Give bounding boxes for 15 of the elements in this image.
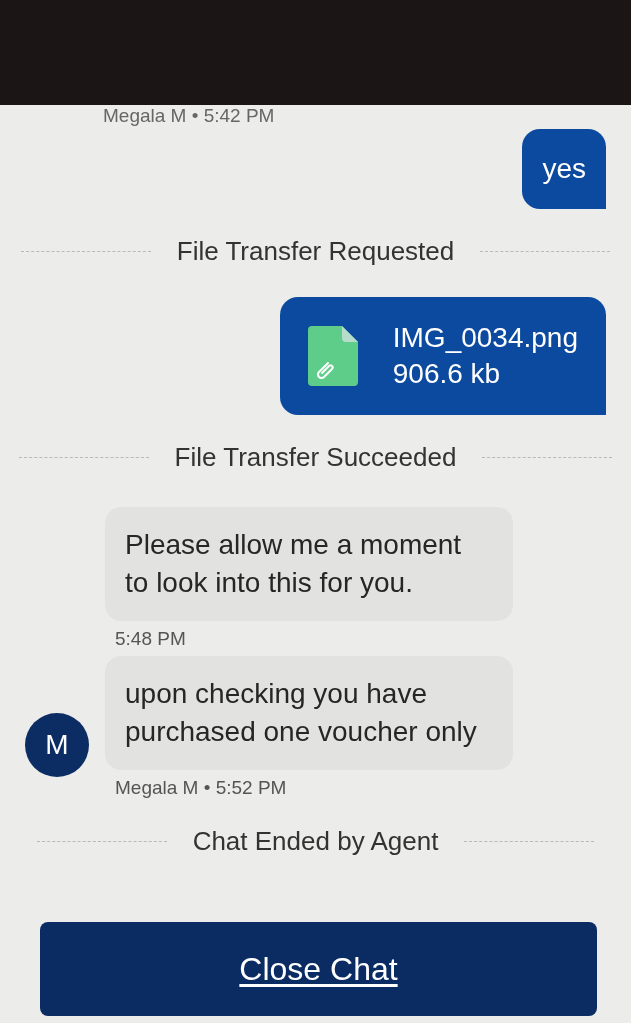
file-message-bubble[interactable]: IMG_0034.png 906.6 kb [279, 297, 606, 415]
message-bubble: yes [522, 129, 606, 209]
event-label: File Transfer Succeeded [174, 441, 457, 473]
message-bubble: Please allow me a moment to look into this for you. [105, 507, 513, 621]
file-size: 906.6 kb [392, 357, 502, 391]
event-label: File Transfer Requested [176, 235, 455, 267]
message-bubble: upon checking you have purchased one voucher only [105, 656, 513, 770]
agent-avatar: M [25, 713, 89, 777]
sender-timestamp: 5:48 PM [115, 628, 186, 650]
file-icon [307, 326, 358, 386]
file-name: IMG_0034.png [392, 321, 578, 355]
sender-timestamp: Megala M • 5:42 PM [103, 105, 275, 127]
sender-timestamp: Megala M • 5:52 PM [115, 777, 287, 799]
event-label: Chat Ended by Agent [192, 825, 439, 857]
close-chat-button[interactable]: Close Chat [40, 922, 597, 1016]
